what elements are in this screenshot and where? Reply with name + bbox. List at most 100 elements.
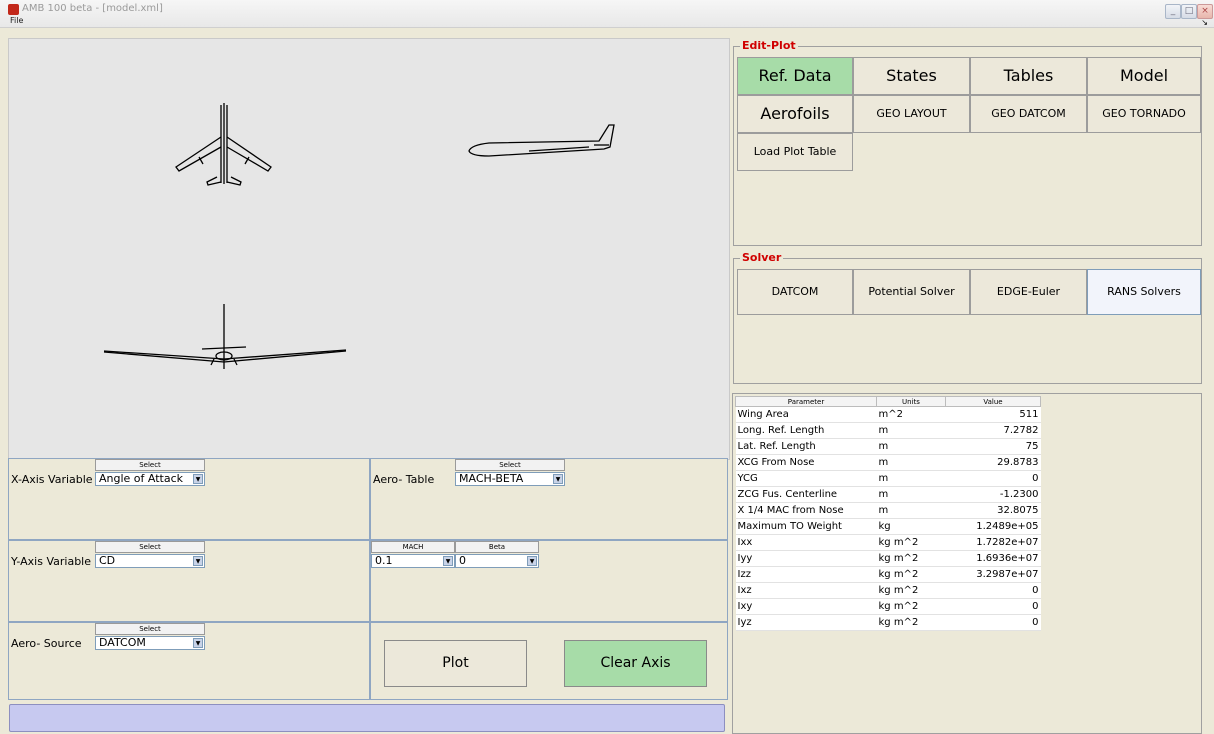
beta-value: 0 (459, 554, 466, 567)
table-row[interactable]: Iyz kg m^2 0 (735, 614, 1041, 631)
param-units-cell[interactable]: kg m^2 (876, 598, 946, 615)
table-row[interactable]: Ixy kg m^2 0 (735, 598, 1041, 615)
edit-plot-title: Edit-Plot (740, 39, 798, 52)
param-units-cell[interactable]: m (876, 454, 946, 471)
solver-group: Solver DATCOM Potential Solver EDGE-Eule… (733, 251, 1202, 384)
model-button[interactable]: Model (1087, 57, 1201, 95)
param-value-cell[interactable]: 0 (945, 582, 1041, 599)
potential-solver-button[interactable]: Potential Solver (853, 269, 970, 315)
table-row[interactable]: YCG m 0 (735, 470, 1041, 487)
param-name-cell[interactable]: Ixz (735, 582, 877, 599)
front-view-aircraft (103, 304, 347, 369)
table-row[interactable]: XCG From Nose m 29.8783 (735, 454, 1041, 471)
dock-arrow-icon[interactable]: ↘ (1201, 18, 1208, 27)
menu-file[interactable]: File (10, 16, 23, 25)
col-units: Units (876, 396, 946, 407)
aerofoils-button[interactable]: Aerofoils (737, 95, 853, 133)
chevron-down-icon[interactable]: ▼ (193, 474, 203, 484)
param-name-cell[interactable]: Iyz (735, 614, 877, 631)
datcom-solver-button[interactable]: DATCOM (737, 269, 853, 315)
param-name-cell[interactable]: Wing Area (735, 406, 877, 423)
param-units-cell[interactable]: kg m^2 (876, 550, 946, 567)
aero-table-dropdown[interactable]: MACH-BETA ▼ (455, 472, 565, 486)
aero-source-label: Aero- Source (11, 637, 82, 650)
table-row[interactable]: Lat. Ref. Length m 75 (735, 438, 1041, 455)
param-value-cell[interactable]: 75 (945, 438, 1041, 455)
param-name-cell[interactable]: Izz (735, 566, 877, 583)
table-row[interactable]: ZCG Fus. Centerline m -1.2300 (735, 486, 1041, 503)
plot-button[interactable]: Plot (384, 640, 527, 687)
param-units-cell[interactable]: m (876, 422, 946, 439)
param-value-cell[interactable]: 1.2489e+05 (945, 518, 1041, 535)
param-units-cell[interactable]: m^2 (876, 406, 946, 423)
param-units-cell[interactable]: m (876, 502, 946, 519)
param-value-cell[interactable]: 1.6936e+07 (945, 550, 1041, 567)
param-name-cell[interactable]: YCG (735, 470, 877, 487)
aero-source-panel: Select Aero- Source DATCOM ▼ (8, 622, 370, 700)
table-row[interactable]: Long. Ref. Length m 7.2782 (735, 422, 1041, 439)
param-units-cell[interactable]: kg m^2 (876, 614, 946, 631)
tables-button[interactable]: Tables (970, 57, 1087, 95)
table-row[interactable]: Ixz kg m^2 0 (735, 582, 1041, 599)
param-name-cell[interactable]: Ixy (735, 598, 877, 615)
geo-datcom-button[interactable]: GEO DATCOM (970, 95, 1087, 133)
maximize-icon[interactable]: □ (1181, 4, 1197, 19)
aero-source-dropdown[interactable]: DATCOM ▼ (95, 636, 205, 650)
rans-solvers-button[interactable]: RANS Solvers (1087, 269, 1201, 315)
mach-dropdown[interactable]: 0.1 ▼ (371, 554, 455, 568)
close-icon[interactable]: × (1197, 4, 1213, 19)
states-button[interactable]: States (853, 57, 970, 95)
param-units-cell[interactable]: m (876, 470, 946, 487)
param-value-cell[interactable]: 1.7282e+07 (945, 534, 1041, 551)
geo-tornado-button[interactable]: GEO TORNADO (1087, 95, 1201, 133)
param-name-cell[interactable]: Maximum TO Weight (735, 518, 877, 535)
param-name-cell[interactable]: ZCG Fus. Centerline (735, 486, 877, 503)
param-units-cell[interactable]: kg (876, 518, 946, 535)
y-axis-dropdown[interactable]: CD ▼ (95, 554, 205, 568)
beta-header: Beta (455, 541, 539, 553)
chevron-down-icon[interactable]: ▼ (193, 638, 203, 648)
param-name-cell[interactable]: X 1/4 MAC from Nose (735, 502, 877, 519)
beta-dropdown[interactable]: 0 ▼ (455, 554, 539, 568)
table-row[interactable]: Izz kg m^2 3.2987e+07 (735, 566, 1041, 583)
param-units-cell[interactable]: kg m^2 (876, 534, 946, 551)
param-name-cell[interactable]: Ixx (735, 534, 877, 551)
minimize-icon[interactable]: _ (1165, 4, 1181, 19)
param-value-cell[interactable]: 29.8783 (945, 454, 1041, 471)
top-view-aircraft (175, 103, 272, 186)
param-name-cell[interactable]: Lat. Ref. Length (735, 438, 877, 455)
table-row[interactable]: Iyy kg m^2 1.6936e+07 (735, 550, 1041, 567)
param-name-cell[interactable]: Iyy (735, 550, 877, 567)
mach-value: 0.1 (375, 554, 393, 567)
param-value-cell[interactable]: -1.2300 (945, 486, 1041, 503)
table-row[interactable]: Ixx kg m^2 1.7282e+07 (735, 534, 1041, 551)
table-row[interactable]: X 1/4 MAC from Nose m 32.8075 (735, 502, 1041, 519)
param-name-cell[interactable]: Long. Ref. Length (735, 422, 877, 439)
chevron-down-icon[interactable]: ▼ (193, 556, 203, 566)
chevron-down-icon[interactable]: ▼ (553, 474, 563, 484)
chevron-down-icon[interactable]: ▼ (443, 556, 453, 566)
param-value-cell[interactable]: 0 (945, 598, 1041, 615)
table-row[interactable]: Wing Area m^2 511 (735, 406, 1041, 423)
param-value-cell[interactable]: 0 (945, 470, 1041, 487)
param-name-cell[interactable]: XCG From Nose (735, 454, 877, 471)
aero-table-panel: Select Aero- Table MACH-BETA ▼ (370, 458, 728, 540)
edge-euler-button[interactable]: EDGE-Euler (970, 269, 1087, 315)
param-units-cell[interactable]: m (876, 486, 946, 503)
param-value-cell[interactable]: 3.2987e+07 (945, 566, 1041, 583)
param-value-cell[interactable]: 0 (945, 614, 1041, 631)
clear-axis-button[interactable]: Clear Axis (564, 640, 707, 687)
chevron-down-icon[interactable]: ▼ (527, 556, 537, 566)
param-value-cell[interactable]: 32.8075 (945, 502, 1041, 519)
x-axis-dropdown[interactable]: Angle of Attack ▼ (95, 472, 205, 486)
param-value-cell[interactable]: 511 (945, 406, 1041, 423)
table-row[interactable]: Maximum TO Weight kg 1.2489e+05 (735, 518, 1041, 535)
param-value-cell[interactable]: 7.2782 (945, 422, 1041, 439)
ref-data-button[interactable]: Ref. Data (737, 57, 853, 95)
param-units-cell[interactable]: kg m^2 (876, 582, 946, 599)
param-units-cell[interactable]: m (876, 438, 946, 455)
geo-layout-button[interactable]: GEO LAYOUT (853, 95, 970, 133)
load-plot-table-button[interactable]: Load Plot Table (737, 133, 853, 171)
aero-table-value: MACH-BETA (459, 472, 524, 485)
param-units-cell[interactable]: kg m^2 (876, 566, 946, 583)
